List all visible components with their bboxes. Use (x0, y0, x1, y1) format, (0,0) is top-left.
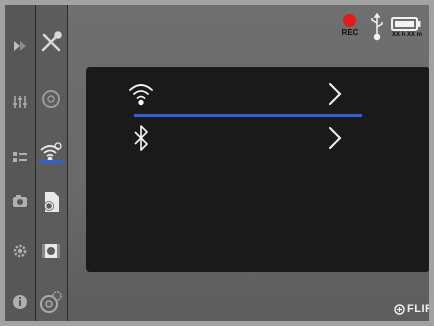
tools-icon[interactable] (38, 29, 64, 55)
video-settings-icon[interactable] (38, 238, 64, 264)
brand-name: FLIR (407, 303, 429, 315)
sliders-icon[interactable] (8, 90, 32, 114)
bluetooth-icon (126, 123, 156, 153)
rec-indicator: REC (338, 14, 362, 42)
chevron-right-icon (326, 123, 344, 153)
camera-icon[interactable] (8, 189, 32, 213)
menu-item-bluetooth[interactable] (86, 123, 429, 153)
play-icon[interactable] (8, 34, 32, 58)
battery-time-label: XX h XX m (391, 32, 422, 38)
screen: REC XX h XX m FLI (5, 5, 429, 321)
selection-indicator (134, 114, 362, 117)
camera-settings-icon[interactable] (38, 289, 64, 315)
active-tab-indicator (39, 160, 63, 163)
file-settings-icon[interactable] (38, 189, 64, 215)
info-icon[interactable] (8, 290, 32, 314)
chevron-right-icon (326, 79, 344, 109)
rec-label: REC (341, 28, 359, 37)
measure-icon[interactable] (38, 86, 64, 112)
menu-item-wifi[interactable] (86, 79, 429, 109)
gear-icon[interactable] (8, 239, 32, 263)
device-frame: REC XX h XX m FLI (0, 0, 434, 326)
usb-icon (370, 12, 384, 41)
connectivity-menu (86, 67, 429, 272)
battery-icon (391, 16, 421, 31)
flir-logo: FLIR (394, 303, 429, 315)
wifi-icon (126, 79, 156, 109)
list-icon[interactable] (8, 145, 32, 169)
rec-dot-icon (343, 14, 356, 27)
